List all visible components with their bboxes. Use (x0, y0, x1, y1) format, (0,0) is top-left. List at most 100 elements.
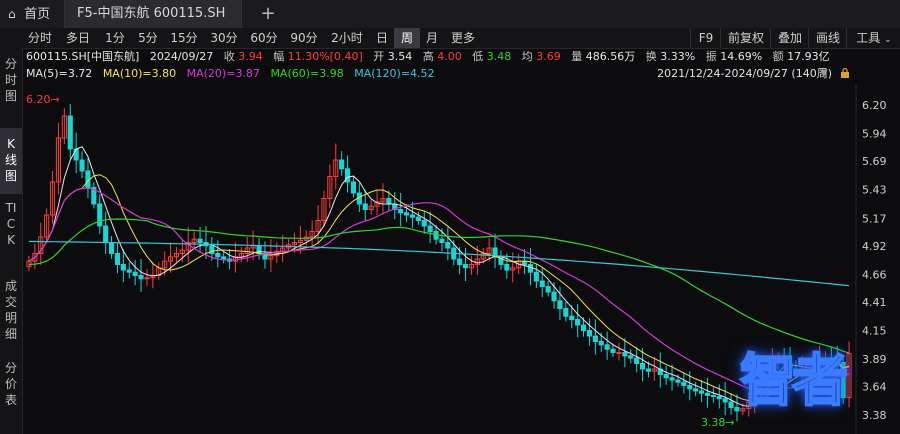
candle-body (221, 256, 227, 260)
period-15min-button[interactable]: 15分 (164, 28, 204, 48)
ma120-line (28, 240, 850, 287)
add-tab-button[interactable]: + (258, 0, 278, 28)
sidebar-item-intraday[interactable]: 分时图 (0, 56, 22, 122)
close-label: 收 (223, 50, 235, 63)
period-toolbar: 分时 多日 1分 5分 15分 30分 60分 90分 2小时 日 周 月 更多… (0, 28, 900, 49)
candle-body (645, 368, 652, 372)
sidebar-item-tick[interactable]: TICK (0, 200, 22, 272)
candle-body (73, 148, 79, 161)
period-2hour-button[interactable]: 2小时 (324, 28, 370, 48)
high-label: 高 (422, 50, 434, 63)
period-30min-button[interactable]: 30分 (204, 28, 244, 48)
y-tick-label: 5.43 (862, 184, 887, 197)
sidebar-item-price-table[interactable]: 分价表 (0, 360, 22, 416)
candle-body (610, 348, 616, 354)
y-tick-label: 3.38 (862, 409, 887, 422)
ma5-line (28, 146, 850, 407)
candle-body (628, 355, 634, 359)
candle-body (734, 407, 740, 412)
candle-body (622, 352, 628, 357)
open-label: 开 (373, 50, 385, 63)
sidebar-item-trades[interactable]: 成交明细 (0, 278, 22, 348)
period-day-button[interactable]: 日 (370, 28, 394, 48)
candle-body (687, 385, 693, 390)
y-tick-label: 4.66 (862, 268, 887, 281)
adjust-button[interactable]: 前复权 (720, 28, 771, 48)
candle-body (527, 264, 534, 273)
volume-value: 486.56万 (585, 50, 636, 63)
tab-stock[interactable]: F5-中国东航 600115.SH (64, 0, 242, 28)
candle-body (445, 242, 451, 249)
candle-body (362, 203, 368, 210)
period-90min-button[interactable]: 90分 (284, 28, 324, 48)
date-range-label[interactable]: 2021/12/24-2024/09/27 (140周) (657, 66, 832, 82)
candle-body (97, 203, 103, 227)
candle-body (197, 238, 203, 243)
sidebar-item-kline[interactable]: K线图 (0, 128, 22, 194)
amplitude-label: 振 (705, 50, 717, 63)
period-week-button[interactable]: 周 (394, 28, 420, 48)
home-icon: ⌂ (8, 7, 16, 21)
candle-body (462, 264, 469, 269)
period-1min-button[interactable]: 1分 (98, 28, 132, 48)
ma5-label: MA(5)=3.72 (26, 67, 93, 80)
change-value: 11.30%[0.40] (287, 50, 363, 63)
candle-body (403, 212, 410, 216)
period-multiday-button[interactable]: 多日 (58, 28, 98, 48)
watermark-logo: 智者 (739, 348, 849, 415)
high-value: 4.00 (437, 50, 462, 63)
candle-body (533, 271, 539, 282)
candle-body (67, 115, 73, 150)
candle-body (704, 392, 711, 396)
lock-icon[interactable] (840, 68, 850, 78)
candle-body (344, 168, 351, 183)
period-5min-button[interactable]: 5分 (132, 28, 164, 48)
tools-button[interactable]: 工具 ⌄ (846, 28, 900, 48)
candle-body (138, 275, 144, 280)
amount-value: 17.93亿 (787, 50, 830, 63)
candle-body (339, 159, 345, 170)
turnover-value: 3.33% (660, 50, 696, 63)
tab-home[interactable]: ⌂ 首页 (0, 0, 64, 28)
overlay-button[interactable]: 叠加 (770, 28, 809, 48)
sidebar-item-label: 分价表 (5, 361, 18, 407)
y-tick-label: 3.64 (862, 381, 887, 394)
candle-body (457, 258, 463, 265)
ma10-label: MA(10)=3.80 (102, 67, 177, 80)
period-60min-button[interactable]: 60分 (244, 28, 284, 48)
y-tick-label: 4.41 (862, 296, 887, 309)
candle-body (710, 394, 716, 397)
candle-body (504, 264, 510, 271)
candle-body (716, 396, 722, 400)
candle-body (386, 198, 392, 205)
candle-body (79, 159, 85, 172)
ma20-label: MA(20)=3.87 (186, 67, 260, 80)
candle-body (604, 344, 610, 350)
ma60-line (28, 218, 850, 354)
amplitude-value: 14.69% (720, 50, 763, 63)
candle-body (421, 220, 427, 227)
candle-body (415, 216, 421, 221)
period-intraday-button[interactable]: 分时 (22, 28, 58, 48)
candle-body (722, 398, 728, 403)
y-tick-label: 6.20 (862, 99, 887, 112)
close-value: 3.94 (238, 50, 263, 63)
candle-body (409, 214, 416, 218)
candle-body (616, 352, 622, 354)
candle-body (698, 390, 705, 394)
low-price-annotation: 3.38→ (701, 416, 735, 429)
low-label: 低 (472, 50, 484, 63)
tab-home-label: 首页 (24, 7, 51, 22)
candle-body (551, 291, 557, 302)
range-dropdown-icon[interactable]: ▼ (820, 66, 828, 82)
draw-button[interactable]: 画线 (808, 28, 847, 48)
period-month-button[interactable]: 月 (420, 28, 444, 48)
f9-button[interactable]: F9 (690, 28, 721, 48)
candle-body (681, 381, 687, 387)
candle-body (557, 300, 563, 310)
tab-stock-label: F5-中国东航 600115.SH (77, 6, 226, 21)
y-tick-label: 5.94 (862, 128, 887, 141)
period-more-button[interactable]: 更多 (444, 28, 482, 48)
tab-bar: ⌂ 首页 F5-中国东航 600115.SH + (0, 0, 900, 29)
candle-body (575, 319, 581, 326)
